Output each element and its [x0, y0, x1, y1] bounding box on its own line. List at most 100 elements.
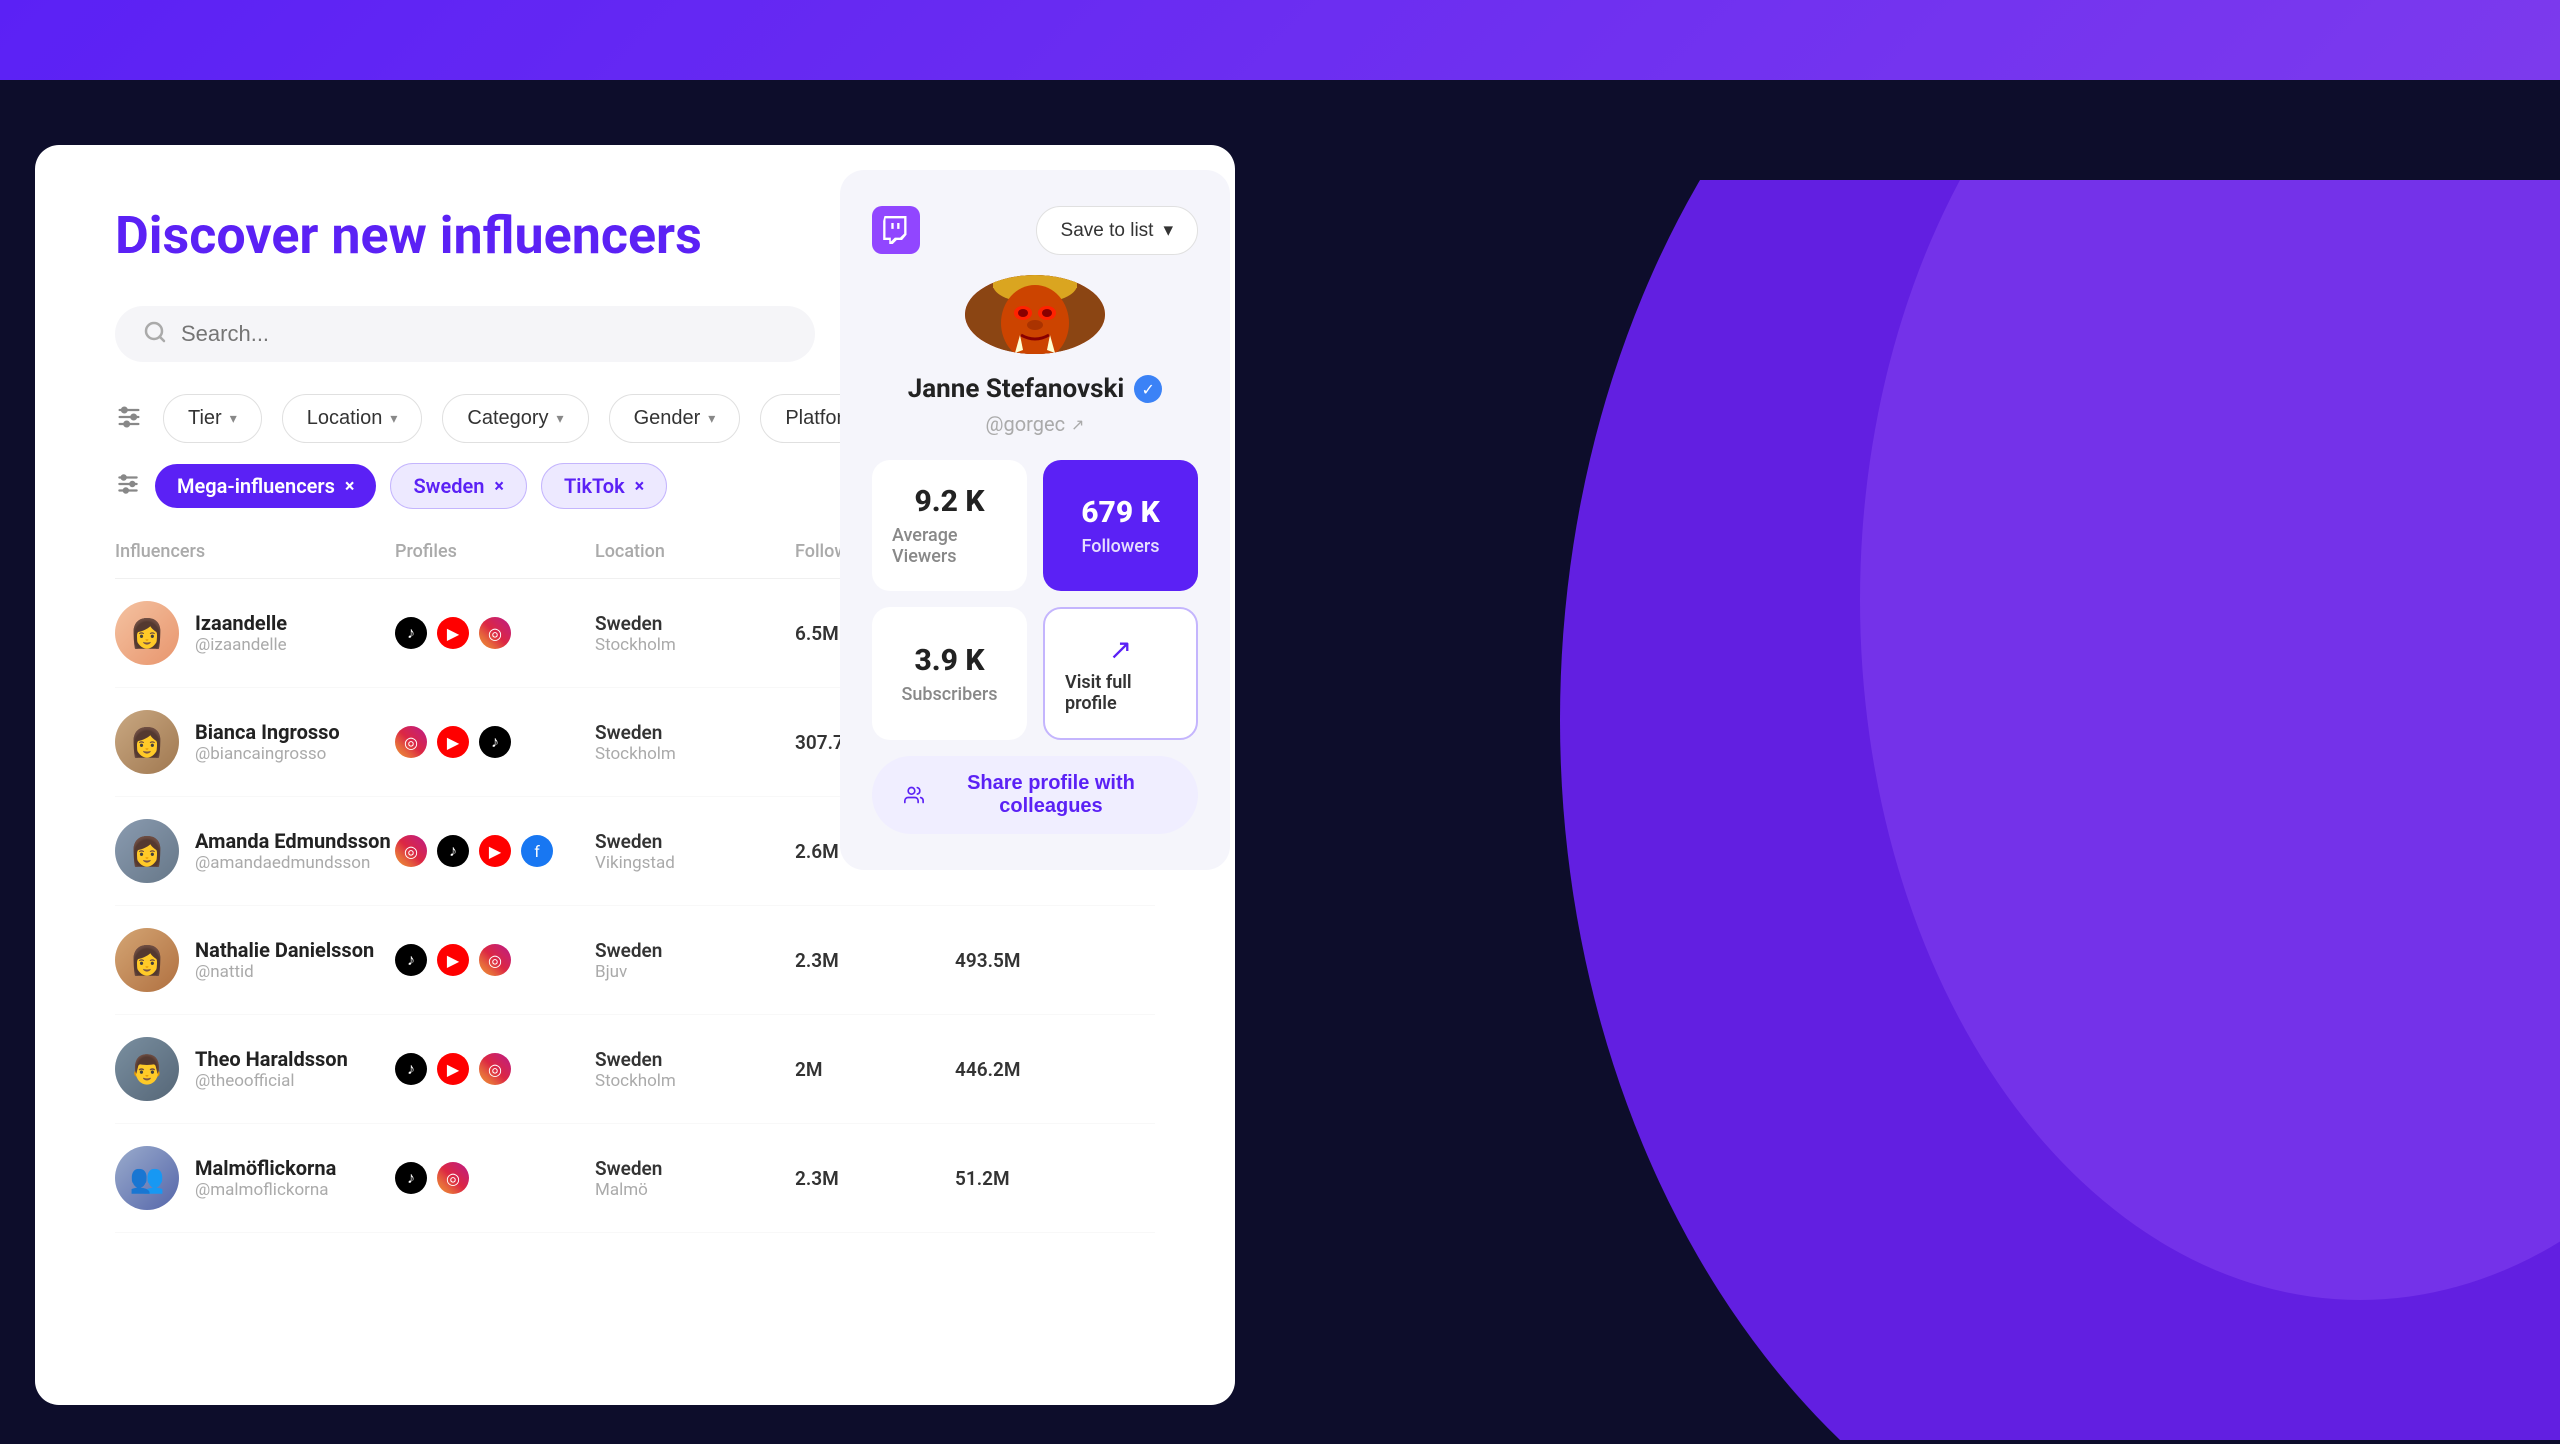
influencer-handle: @theoofficial: [195, 1071, 348, 1091]
mega-influencers-remove-icon[interactable]: ×: [345, 476, 355, 497]
avatar: 👩: [115, 601, 179, 665]
influencer-handle: @nattid: [195, 962, 374, 982]
influencer-cell: 👨 Theo Haraldsson @theoofficial: [115, 1037, 395, 1101]
youtube-platform-icon: ▶: [437, 617, 469, 649]
profile-name-row: Janne Stefanovski ✓: [908, 374, 1163, 404]
share-icon: [904, 783, 924, 807]
gender-chevron-icon: ▾: [708, 410, 715, 427]
twitch-logo-icon: [872, 206, 920, 254]
active-filter-icon: [115, 471, 141, 501]
tiktok-remove-icon[interactable]: ×: [635, 476, 645, 497]
instagram-platform-icon: ◎: [479, 617, 511, 649]
youtube-platform-icon: ▶: [437, 726, 469, 758]
influencer-handle: @biancaingrosso: [195, 744, 340, 764]
influencer-cell: 👩 Amanda Edmundsson @amandaedmundsson: [115, 819, 395, 883]
location-cell: Sweden Stockholm: [595, 721, 795, 764]
tiktok-platform-icon: ♪: [395, 1162, 427, 1194]
tier-filter-button[interactable]: Tier ▾: [163, 394, 262, 443]
tiktok-platform-icon: ♪: [437, 835, 469, 867]
tier-chevron-icon: ▾: [230, 410, 237, 427]
tiktok-platform-icon: ♪: [395, 617, 427, 649]
search-bar: [115, 306, 815, 362]
location-cell: Sweden Stockholm: [595, 612, 795, 655]
share-profile-button[interactable]: Share profile with colleagues: [872, 756, 1198, 834]
average-viewers-card: 9.2 K Average Viewers: [872, 460, 1027, 591]
followers-cell: 2.3M: [795, 1167, 955, 1190]
avatar: 👩: [115, 819, 179, 883]
likes-cell: 493.5M: [955, 949, 1095, 972]
visit-full-profile-label: Visit full profile: [1065, 672, 1176, 714]
likes-cell: 51.2M: [955, 1167, 1095, 1190]
followers-card: 679 K Followers: [1043, 460, 1198, 591]
tiktok-platform-icon: ♪: [479, 726, 511, 758]
influencer-cell: 👩 Nathalie Danielsson @nattid: [115, 928, 395, 992]
external-link-icon: ↗: [1071, 415, 1084, 434]
influencer-name: Amanda Edmundsson: [195, 829, 391, 853]
subscribers-label: Subscribers: [901, 684, 997, 705]
profile-handle: @gorgec ↗: [986, 412, 1085, 436]
profiles-cell: ◎ ▶ ♪: [395, 726, 595, 758]
profiles-cell: ♪ ▶ ◎: [395, 944, 595, 976]
location-chevron-icon: ▾: [390, 410, 397, 427]
influencer-name: Theo Haraldsson: [195, 1047, 348, 1071]
profiles-cell: ◎ ♪ ▶ f: [395, 835, 595, 867]
instagram-platform-icon: ◎: [395, 835, 427, 867]
influencer-name: Nathalie Danielsson: [195, 938, 374, 962]
facebook-platform-icon: f: [521, 835, 553, 867]
youtube-platform-icon: ▶: [479, 835, 511, 867]
instagram-platform-icon: ◎: [479, 1053, 511, 1085]
table-row[interactable]: 👨 Theo Haraldsson @theoofficial ♪ ▶ ◎ Sw…: [115, 1015, 1155, 1124]
influencer-name: Bianca Ingrosso: [195, 720, 340, 744]
location-cell: Sweden Vikingstad: [595, 830, 795, 873]
average-viewers-value: 9.2 K: [914, 484, 984, 519]
search-input[interactable]: [181, 321, 787, 347]
likes-cell: 446.2M: [955, 1058, 1095, 1081]
mega-influencers-chip[interactable]: Mega-influencers ×: [155, 464, 376, 508]
sweden-remove-icon[interactable]: ×: [494, 476, 504, 497]
top-bar: [0, 0, 2560, 80]
search-icon: [143, 320, 167, 348]
profiles-cell: ♪ ▶ ◎: [395, 617, 595, 649]
table-row[interactable]: 👥 Malmöflickorna @malmoflickorna ♪ ◎ Swe…: [115, 1124, 1155, 1233]
col-header-influencers: Influencers: [115, 541, 395, 562]
verified-badge-icon: ✓: [1134, 375, 1162, 403]
sweden-chip[interactable]: Sweden ×: [390, 463, 527, 509]
category-chevron-icon: ▾: [557, 410, 564, 427]
profiles-cell: ♪ ◎: [395, 1162, 595, 1194]
profiles-cell: ♪ ▶ ◎: [395, 1053, 595, 1085]
tiktok-chip[interactable]: TikTok ×: [541, 463, 667, 509]
followers-value: 679 K: [1081, 495, 1160, 530]
influencer-cell: 👥 Malmöflickorna @malmoflickorna: [115, 1146, 395, 1210]
avatar: 👩: [115, 928, 179, 992]
youtube-platform-icon: ▶: [437, 1053, 469, 1085]
subscribers-value: 3.9 K: [914, 643, 984, 678]
influencer-handle: @amandaedmundsson: [195, 853, 391, 873]
category-filter-button[interactable]: Category ▾: [442, 394, 588, 443]
influencer-handle: @malmoflickorna: [195, 1180, 336, 1200]
save-to-list-chevron-icon: ▾: [1163, 219, 1173, 242]
influencer-handle: @izaandelle: [195, 635, 287, 655]
followers-cell: 2M: [795, 1058, 955, 1081]
profile-panel: Save to list ▾: [840, 170, 1230, 870]
followers-cell: 2.3M: [795, 949, 955, 972]
location-filter-button[interactable]: Location ▾: [282, 394, 423, 443]
save-to-list-button[interactable]: Save to list ▾: [1036, 206, 1198, 255]
gender-filter-button[interactable]: Gender ▾: [609, 394, 741, 443]
subscribers-card: 3.9 K Subscribers: [872, 607, 1027, 740]
instagram-platform-icon: ◎: [437, 1162, 469, 1194]
instagram-platform-icon: ◎: [479, 944, 511, 976]
avatar: 👥: [115, 1146, 179, 1210]
location-cell: Sweden Malmö: [595, 1157, 795, 1200]
avatar: 👨: [115, 1037, 179, 1101]
influencer-name: Izaandelle: [195, 611, 287, 635]
location-cell: Sweden Bjuv: [595, 939, 795, 982]
instagram-platform-icon: ◎: [395, 726, 427, 758]
profile-name: Janne Stefanovski: [908, 374, 1125, 404]
filter-sliders-icon: [115, 403, 143, 435]
visit-full-profile-card[interactable]: ↗ Visit full profile: [1043, 607, 1198, 740]
profile-avatar: [965, 275, 1105, 354]
panel-header: Save to list ▾: [872, 206, 1198, 255]
location-cell: Sweden Stockholm: [595, 1048, 795, 1091]
influencer-name: Malmöflickorna: [195, 1156, 336, 1180]
table-row[interactable]: 👩 Nathalie Danielsson @nattid ♪ ▶ ◎ Swed…: [115, 906, 1155, 1015]
